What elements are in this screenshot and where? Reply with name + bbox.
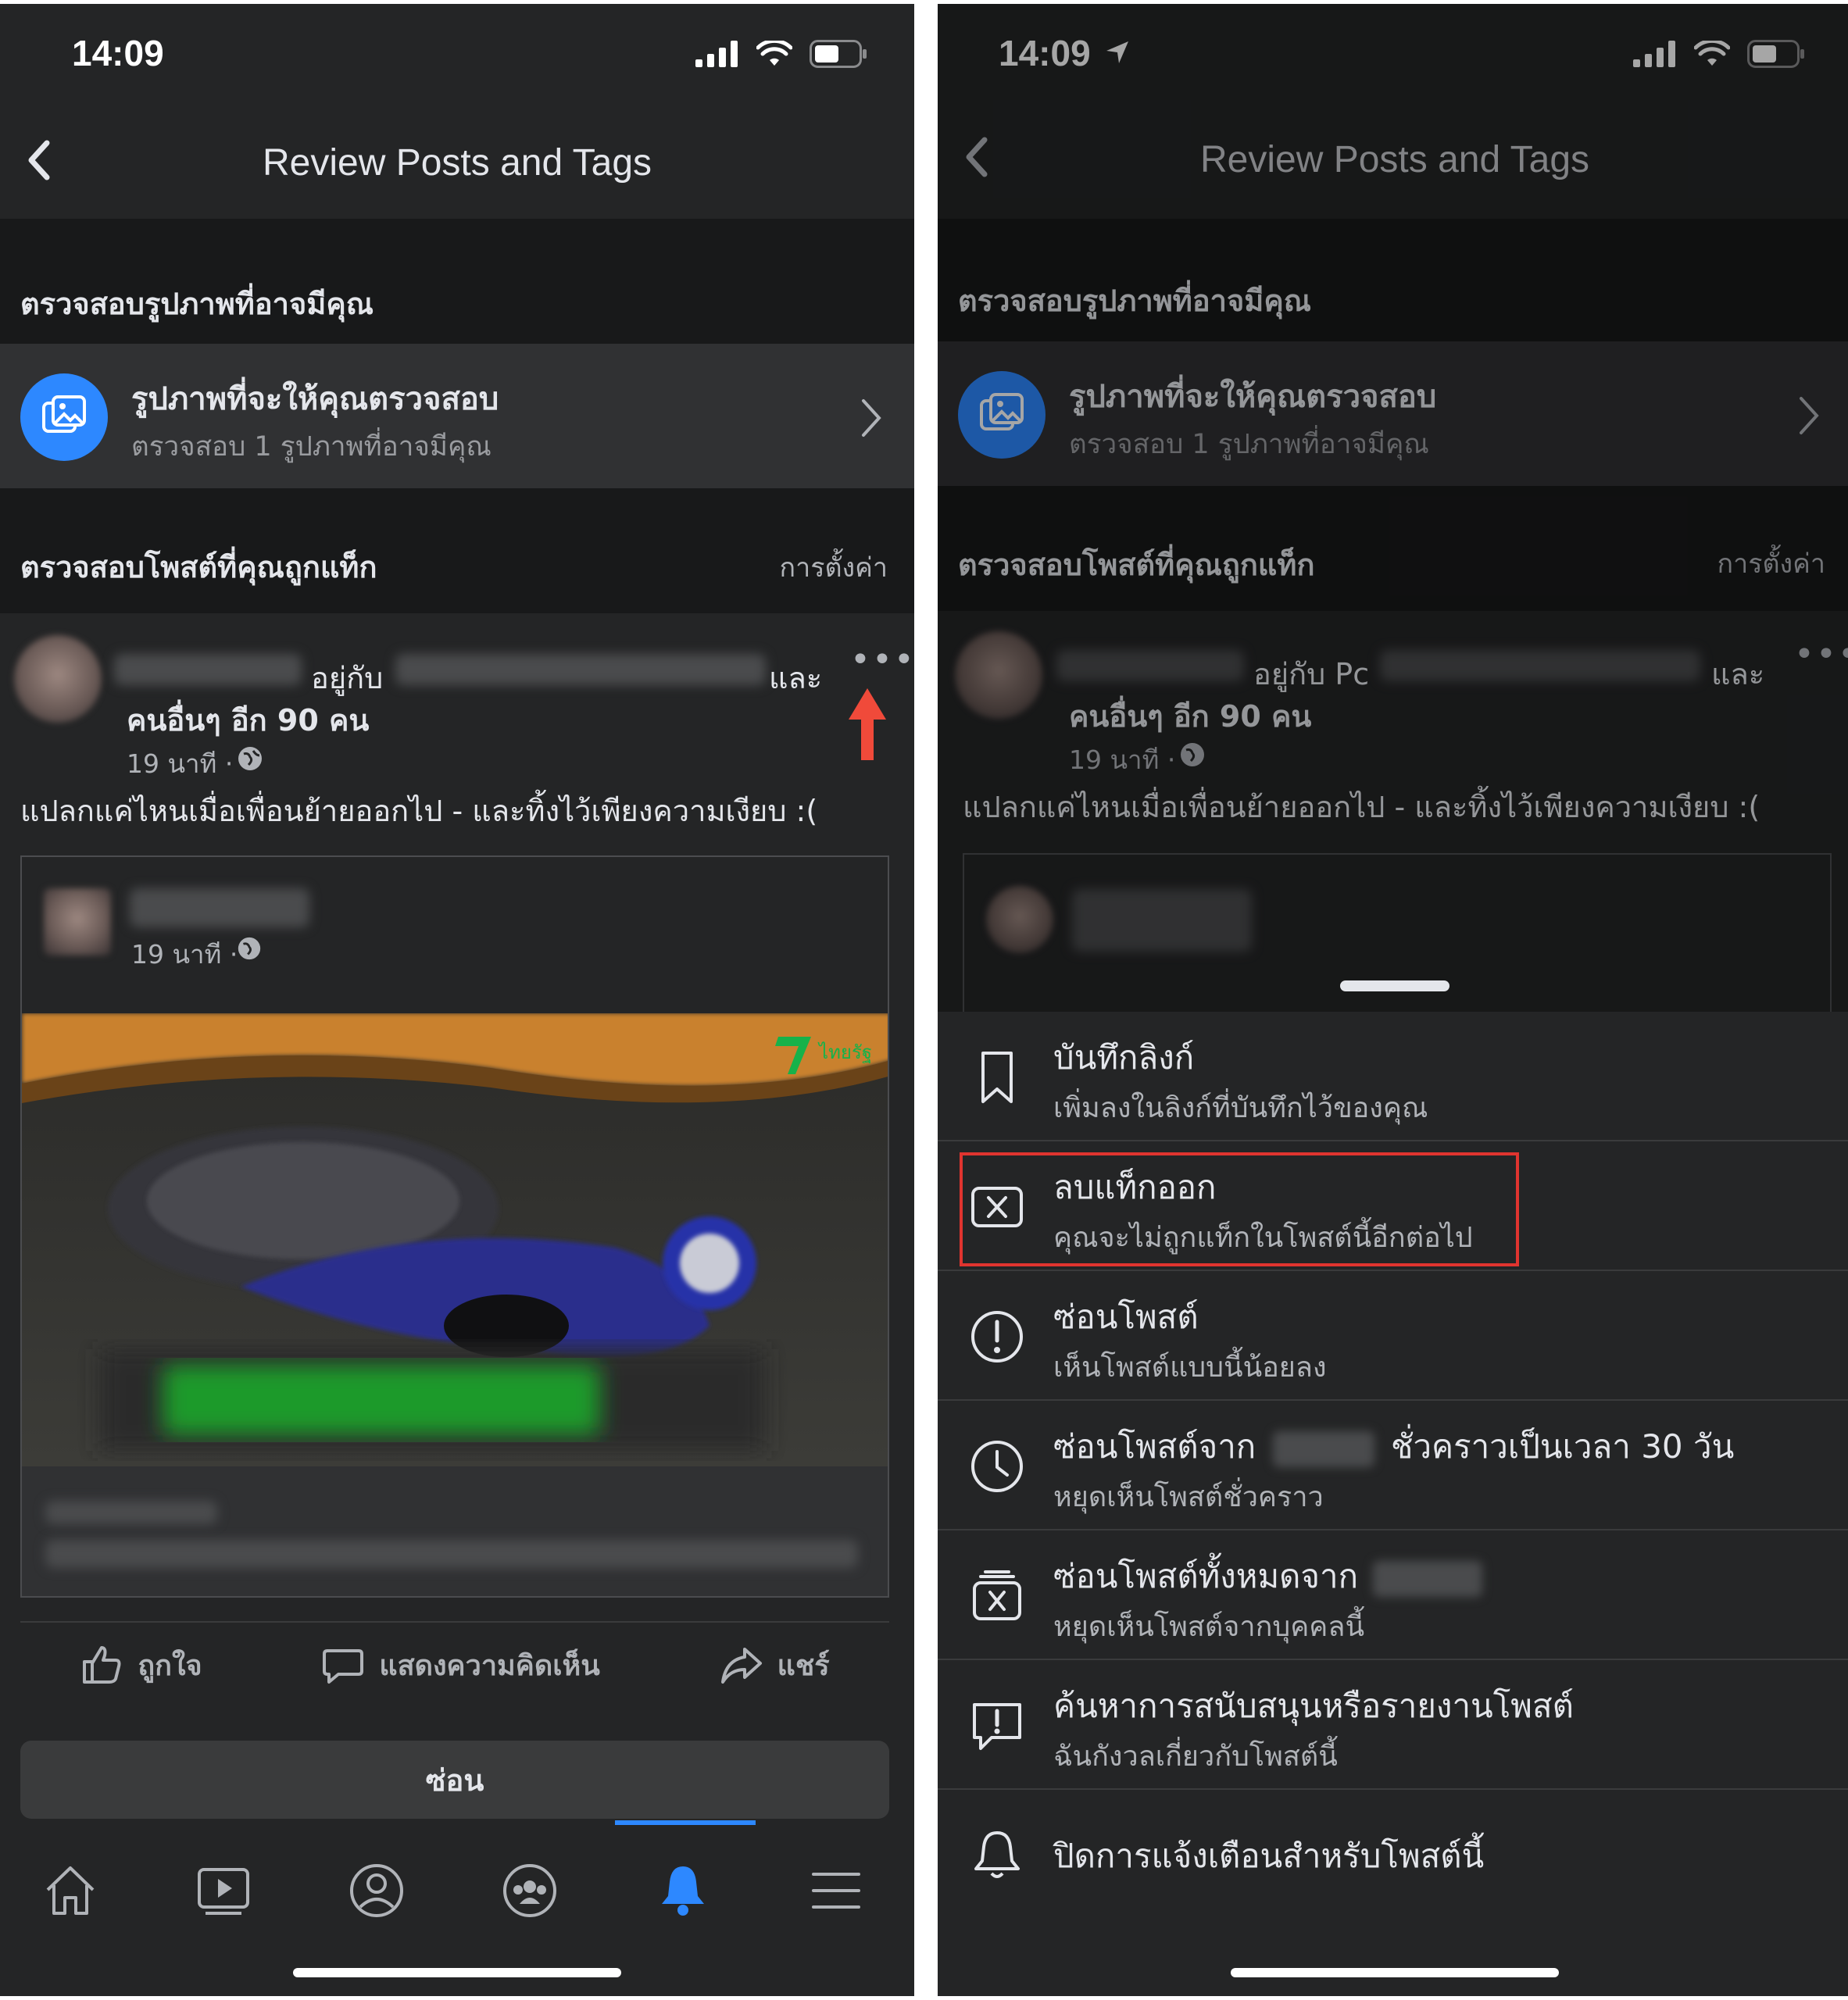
post-options-sheet: บันทึกลิงก์ เพิ่มลงในลิงก์ที่บันทึกไว้ขอ…: [938, 1012, 1848, 1996]
post-caption: แปลกแค่ไหนเมื่อเพื่อนย้ายออกไป - และทิ้ง…: [20, 794, 818, 828]
avatar[interactable]: [14, 635, 102, 723]
globe-icon: [238, 937, 261, 960]
menu-item-subtitle: ฉันกังวลเกี่ยวกับโพสต์นี้: [1053, 1741, 1338, 1773]
shared-avatar: [44, 888, 111, 955]
photo-section-header: ตรวจสอบรูปภาพที่อาจมีคุณ: [0, 219, 914, 344]
chevron-right-icon: [862, 399, 881, 437]
post-actions: ถูกใจ แสดงความคิดเห็น แชร์: [20, 1621, 889, 1707]
menu-item-report[interactable]: ค้นหาการสนับสนุนหรือรายงานโพสต์ ฉันกังวล…: [938, 1660, 1848, 1790]
dim-overlay[interactable]: [938, 4, 1848, 1012]
settings-link[interactable]: การตั้งค่า: [780, 546, 888, 588]
unfollow-name-blurred: [1373, 1560, 1483, 1597]
tagged-post: อยู่กับ และ คนอื่นๆ อีก 90 คน 19 นาที · …: [0, 613, 914, 1820]
up-arrow-annotation: [849, 688, 886, 760]
post-photo[interactable]: ไทยรัฐ: [22, 1013, 888, 1466]
left-screen: 14:09 Review Posts and Tags ตรวจสอบรูปภา…: [0, 4, 914, 1996]
menu-item-title: ปิดการแจ้งเตือนสำหรับโพสต์นี้: [1053, 1837, 1485, 1875]
menu-item-title: ซ่อนโพสต์: [1053, 1298, 1199, 1336]
like-label: ถูกใจ: [138, 1649, 202, 1682]
like-button[interactable]: ถูกใจ: [80, 1643, 202, 1688]
bell-off-icon: [967, 1826, 1027, 1885]
menu-item-hide-post[interactable]: ซ่อนโพสต์ เห็นโพสต์แบบนี้น้อยลง: [938, 1271, 1848, 1401]
tab-watch[interactable]: [184, 1852, 263, 1930]
menu-item-title: ซ่อนโพสต์ทั้งหมดจาก: [1053, 1551, 1483, 1602]
snooze-name-blurred: [1272, 1430, 1374, 1467]
alert-circle-icon: [967, 1307, 1027, 1366]
home-indicator[interactable]: [293, 1968, 621, 1977]
nav-bar: Review Posts and Tags: [0, 113, 914, 223]
comment-label: แสดงความคิดเห็น: [379, 1649, 600, 1682]
tag-section-header: ตรวจสอบโพสต์ที่คุณถูกแท็ก การตั้งค่า: [0, 488, 914, 613]
status-time: 14:09: [72, 33, 164, 73]
bell-icon: [662, 1866, 704, 1916]
shared-post-time: 19 นาที ·: [131, 939, 238, 970]
active-tab-indicator: [615, 1820, 756, 1825]
menu-item-subtitle: เห็นโพสต์แบบนี้น้อยลง: [1053, 1352, 1327, 1384]
snooze-title-suffix: ชั่วคราวเป็นเวลา 30 วัน: [1390, 1427, 1735, 1466]
menu-item-turn-off-notifications[interactable]: ปิดการแจ้งเตือนสำหรับโพสต์นี้: [938, 1790, 1848, 1920]
right-screen: 14:09 Review Posts and Tags ตรวจสอบรูปภา…: [938, 4, 1848, 1996]
clock-icon: [967, 1437, 1027, 1496]
menu-icon: [812, 1873, 860, 1909]
battery-icon: [810, 40, 867, 68]
unfollow-title-prefix: ซ่อนโพสต์ทั้งหมดจาก: [1053, 1557, 1359, 1595]
menu-item-title: ซ่อนโพสต์จาก ชั่วคราวเป็นเวลา 30 วัน: [1053, 1421, 1734, 1473]
status-icons: [695, 40, 867, 68]
comment-button[interactable]: แสดงความคิดเห็น: [321, 1643, 600, 1688]
tab-notifications[interactable]: [644, 1852, 722, 1930]
home-icon: [46, 1866, 95, 1915]
others-count[interactable]: คนอื่นๆ อีก 90 คน: [127, 696, 369, 744]
tag-section-title: ตรวจสอบโพสต์ที่คุณถูกแท็ก: [20, 550, 377, 584]
photo-review-subtitle: ตรวจสอบ 1 รูปภาพที่อาจมีคุณ: [131, 431, 491, 462]
bookmark-icon: [967, 1048, 1027, 1107]
video-icon: [198, 1868, 249, 1915]
menu-item-title: บันทึกลิงก์: [1053, 1038, 1195, 1077]
menu-item-save-link[interactable]: บันทึกลิงก์ เพิ่มลงในลิงก์ที่บันทึกไว้ขอ…: [938, 1012, 1848, 1141]
tab-home[interactable]: [31, 1852, 109, 1930]
wifi-icon: [756, 41, 792, 66]
menu-item-subtitle: หยุดเห็นโพสต์จากบุคคลนี้: [1053, 1611, 1365, 1643]
share-button[interactable]: แชร์: [720, 1643, 830, 1688]
thumbs-up-icon: [83, 1646, 121, 1684]
tab-profile[interactable]: [338, 1852, 416, 1930]
sheet-drag-handle[interactable]: [1340, 980, 1449, 991]
menu-item-subtitle: เพิ่มลงในลิงก์ที่บันทึกไว้ของคุณ: [1053, 1092, 1428, 1124]
tab-groups[interactable]: [491, 1852, 569, 1930]
watermark-logo: ไทยรัฐ: [817, 1041, 872, 1063]
menu-item-unfollow[interactable]: ซ่อนโพสต์ทั้งหมดจาก หยุดเห็นโพสต์จากบุคค…: [938, 1530, 1848, 1660]
menu-item-title: ค้นหาการสนับสนุนหรือรายงานโพสต์: [1053, 1687, 1574, 1725]
tab-bar: [0, 1820, 914, 1996]
tagged-names-blurred[interactable]: [395, 654, 766, 685]
menu-item-snooze[interactable]: ซ่อนโพสต์จาก ชั่วคราวเป็นเวลา 30 วัน หยุ…: [938, 1401, 1848, 1530]
photo-review-title: รูปภาพที่จะให้คุณตรวจสอบ: [131, 381, 499, 417]
more-options-button[interactable]: •••: [850, 640, 914, 680]
status-bar: 14:09: [0, 4, 914, 113]
tab-menu[interactable]: [797, 1852, 875, 1930]
photo-section-title: ตรวจสอบรูปภาพที่อาจมีคุณ: [20, 287, 374, 321]
share-label: แชร์: [777, 1649, 830, 1682]
comment-icon: [323, 1649, 364, 1684]
hide-button[interactable]: ซ่อน: [20, 1741, 889, 1819]
post-time: 19 นาที ·: [127, 748, 234, 779]
share-icon: [720, 1648, 762, 1684]
with-text: อยู่กับ: [311, 661, 384, 695]
groups-icon: [503, 1864, 556, 1917]
link-preview-footer[interactable]: [22, 1466, 888, 1596]
report-icon: [967, 1696, 1027, 1755]
and-text: และ: [769, 661, 823, 695]
author-name-blurred[interactable]: [114, 654, 302, 685]
photo-review-row[interactable]: รูปภาพที่จะให้คุณตรวจสอบ ตรวจสอบ 1 รูปภา…: [0, 344, 914, 488]
snooze-title-prefix: ซ่อนโพสต์จาก: [1053, 1427, 1256, 1466]
remove-tag-highlight: [960, 1152, 1519, 1266]
menu-item-subtitle: หยุดเห็นโพสต์ชั่วคราว: [1053, 1481, 1324, 1513]
signal-icon: [695, 41, 738, 67]
shared-post-card[interactable]: 19 นาที · ไทยรัฐ: [20, 855, 889, 1598]
home-indicator[interactable]: [1231, 1968, 1559, 1977]
photos-icon: [20, 373, 108, 461]
unfollow-icon: [967, 1566, 1027, 1626]
profile-icon: [350, 1864, 403, 1917]
shared-author-blurred: [130, 888, 309, 927]
page-title: Review Posts and Tags: [262, 142, 652, 184]
globe-icon: [238, 747, 262, 770]
